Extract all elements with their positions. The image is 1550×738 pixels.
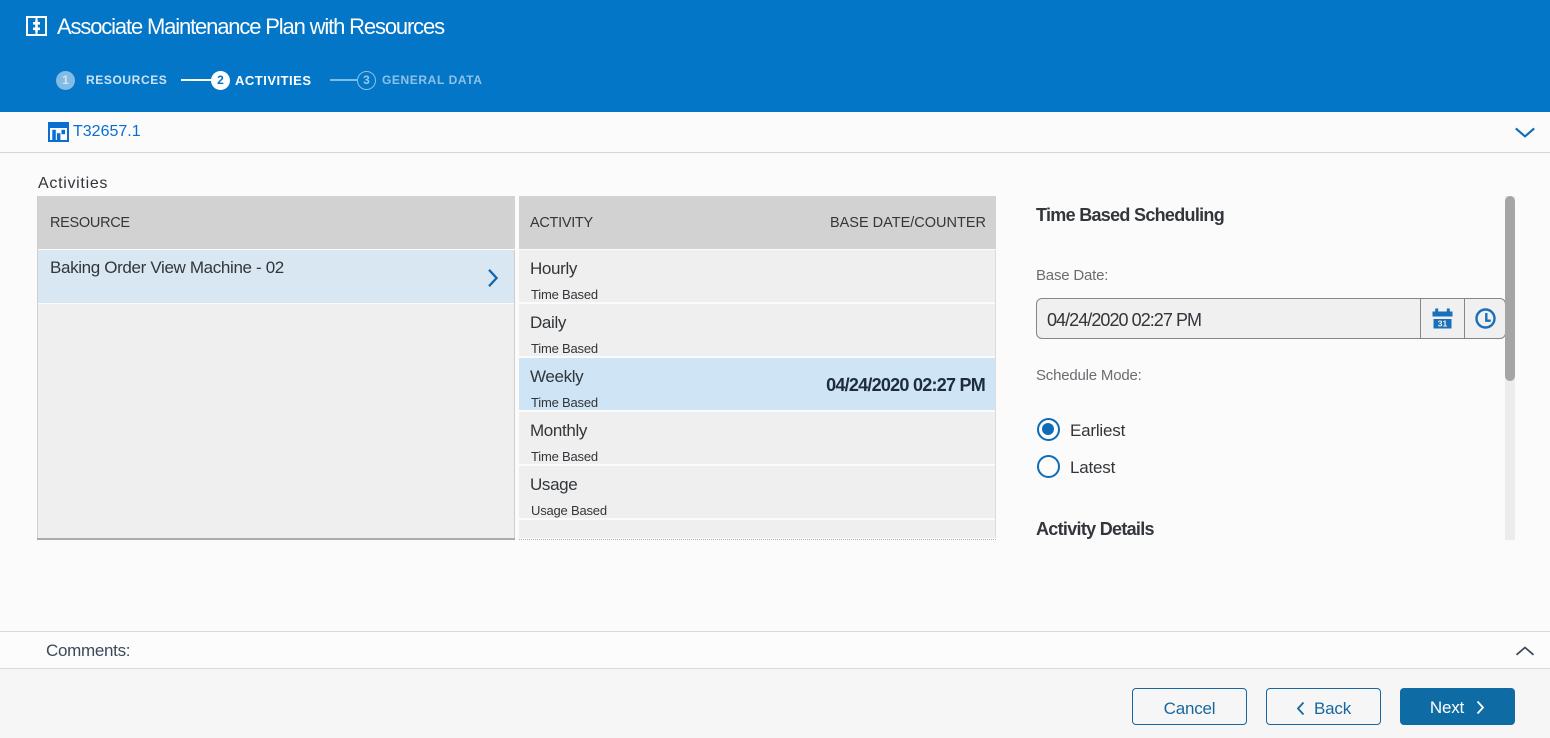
svg-text:31: 31 <box>1438 319 1448 329</box>
